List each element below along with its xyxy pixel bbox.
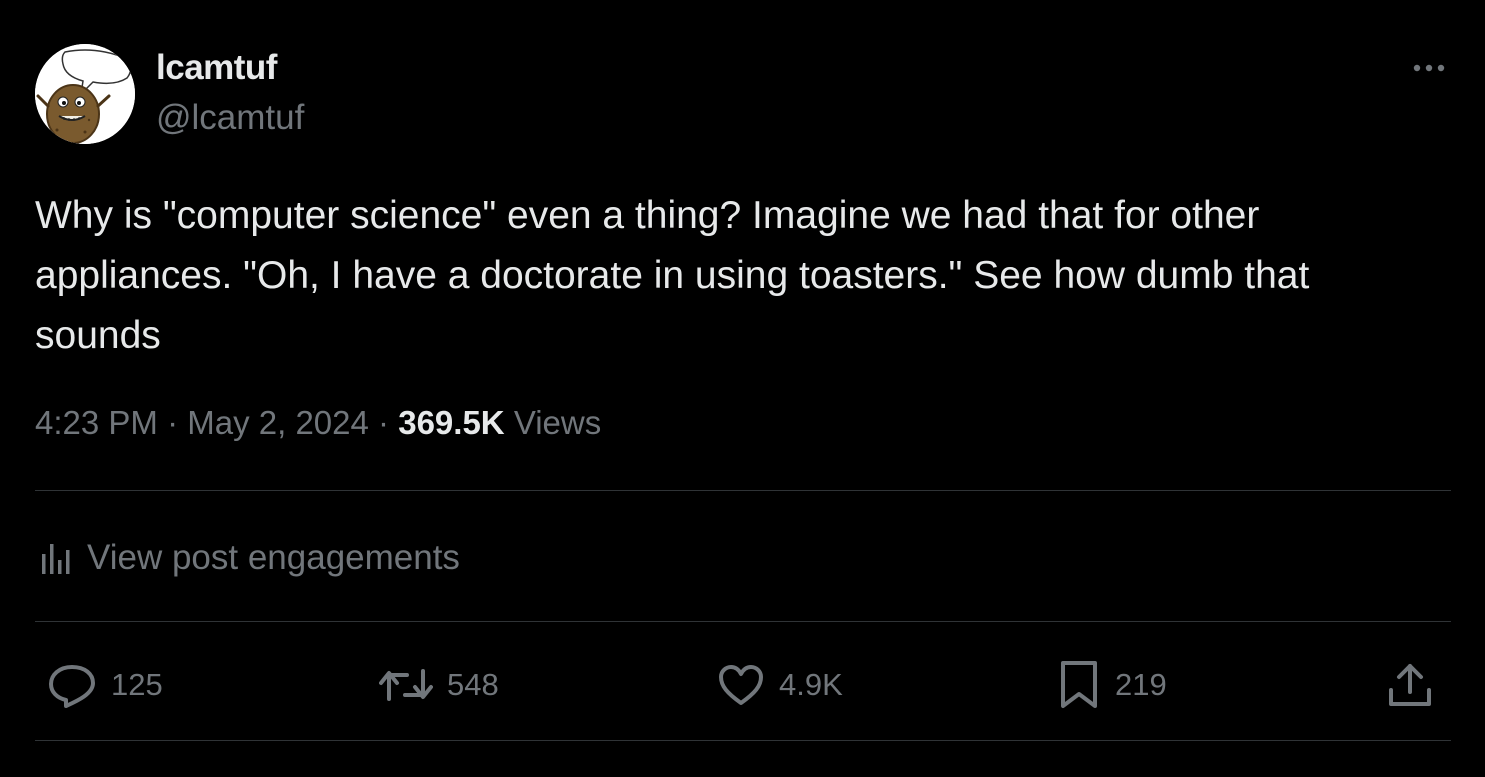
action-bar: 125 548 4.9K 219 [35,654,1451,716]
repost-count: 548 [447,667,499,702]
like-count: 4.9K [779,667,843,702]
post-text: Why is "computer science" even a thing? … [35,194,1321,357]
post: lcamtuf @lcamtuf Why is "computer scienc… [35,0,1451,777]
author-display-name[interactable]: lcamtuf [156,48,277,88]
bookmark-count: 219 [1115,667,1167,702]
more-options-button[interactable] [1411,48,1451,88]
view-engagements-label: View post engagements [87,538,460,577]
bookmark-button[interactable]: 219 [1057,654,1167,716]
meta-separator: · [167,404,179,441]
share-button[interactable] [1387,654,1447,716]
like-button[interactable]: 4.9K [717,654,843,716]
avatar-image [35,44,135,144]
divider [35,740,1451,741]
reply-button[interactable]: 125 [47,654,163,716]
repost-icon [379,665,433,705]
author-handle[interactable]: @lcamtuf [156,98,304,138]
reply-icon [47,662,97,708]
reply-count: 125 [111,667,163,702]
repost-button[interactable]: 548 [379,654,499,716]
view-engagements-link[interactable]: View post engagements [39,532,460,584]
bookmark-icon [1057,660,1101,710]
heart-icon [717,663,765,707]
views-count: 369.5K [398,404,505,441]
post-time[interactable]: 4:23 PM [35,404,158,441]
divider [35,621,1451,622]
more-icon [1413,64,1445,72]
bar-chart-icon [39,540,73,576]
post-meta: 4:23 PM · May 2, 2024 · 369.5K Views [35,404,601,442]
post-date[interactable]: May 2, 2024 [187,404,369,441]
views-label: Views [513,404,602,441]
share-icon [1387,662,1433,708]
divider [35,490,1451,491]
meta-separator: · [378,404,390,441]
avatar[interactable] [35,44,135,144]
